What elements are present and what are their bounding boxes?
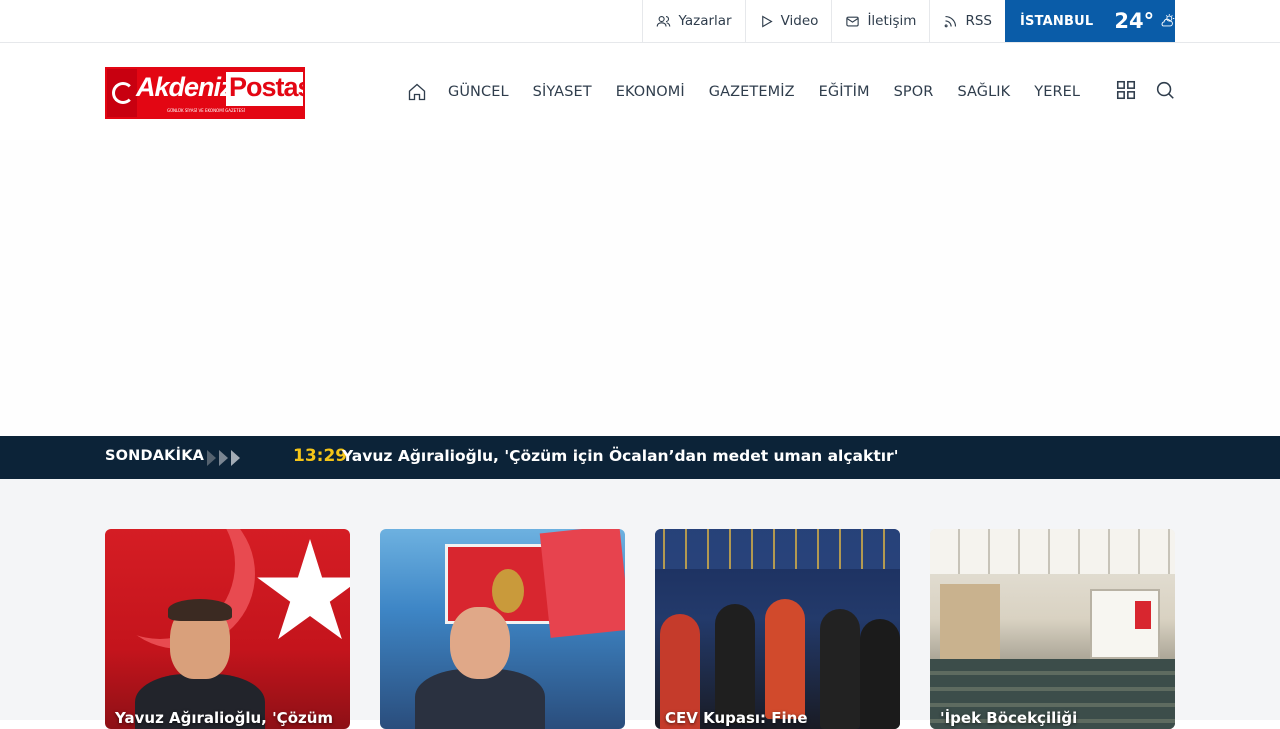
- card-image-banner: [539, 529, 625, 638]
- card-image-player: [820, 609, 860, 729]
- video-link[interactable]: Video: [744, 0, 832, 42]
- news-card-title: Yavuz Ağıralioğlu, 'Çözüm: [115, 709, 334, 727]
- home-icon: [408, 83, 426, 101]
- card-image-bust: [492, 569, 524, 613]
- card-image-wall: [940, 584, 1000, 659]
- video-label: Video: [780, 13, 819, 29]
- logo-text-2: Postası: [229, 72, 303, 102]
- chevron-arrows-icon: [207, 450, 243, 466]
- top-utility-bar: Yazarlar Video İletişim RSS İSTANBUL 24°: [0, 0, 1280, 43]
- card-image-player: [860, 619, 900, 729]
- news-card[interactable]: [380, 529, 625, 729]
- rss-link[interactable]: RSS: [929, 0, 1005, 42]
- card-image-player: [765, 599, 805, 719]
- breaking-headline[interactable]: Yavuz Ağıralioğlu, 'Çözüm için Öcalan’da…: [342, 447, 898, 465]
- news-card[interactable]: CEV Kupası: Fine: [655, 529, 900, 729]
- home-button[interactable]: [407, 82, 427, 102]
- breaking-news-bar: SONDAKİKA 13:29 Yavuz Ağıralioğlu, 'Çözü…: [0, 436, 1280, 479]
- authors-link[interactable]: Yazarlar: [642, 0, 744, 42]
- mail-icon: [846, 16, 860, 26]
- card-image-hair: [168, 599, 232, 621]
- rss-icon: [945, 15, 957, 27]
- weather-city: İSTANBUL: [1020, 13, 1094, 29]
- nav-item-egitim[interactable]: EĞİTİM: [819, 84, 870, 100]
- play-icon: [761, 15, 773, 27]
- card-image-ceiling: [930, 529, 1175, 574]
- search-icon[interactable]: [1154, 79, 1176, 101]
- main-nav: GÜNCEL SİYASET EKONOMİ GAZETEMİZ EĞİTİM …: [407, 80, 1104, 104]
- logo-box: Postası: [226, 72, 303, 106]
- users-icon: [657, 15, 671, 27]
- card-image-stadium-lights: [655, 529, 900, 569]
- news-card[interactable]: 'İpek Böcekçiliği: [930, 529, 1175, 729]
- top-links: Yazarlar Video İletişim RSS İSTANBUL 24°: [642, 0, 1175, 42]
- breaking-label: SONDAKİKA: [105, 448, 205, 464]
- nav-item-yerel[interactable]: YEREL: [1034, 84, 1080, 100]
- logo-flag: [107, 69, 137, 117]
- logo-tagline: GÜNLÜK SİYASİ VE EKONOMİ GAZETESİ: [167, 108, 245, 113]
- nav-item-spor[interactable]: SPOR: [894, 84, 934, 100]
- ad-space: [0, 140, 1280, 436]
- nav-item-ekonomi[interactable]: EKONOMİ: [616, 84, 685, 100]
- contact-link[interactable]: İletişim: [831, 0, 929, 42]
- grid-menu-icon[interactable]: [1115, 79, 1137, 101]
- weather-widget[interactable]: İSTANBUL 24°: [1005, 0, 1175, 42]
- card-image-player: [715, 604, 755, 724]
- contact-label: İletişim: [867, 13, 917, 29]
- header-icons: [1115, 79, 1176, 101]
- news-card-title: 'İpek Böcekçiliği: [940, 709, 1078, 727]
- site-header: Akdeniz Postası GÜNLÜK SİYASİ VE EKONOMİ…: [0, 43, 1280, 140]
- card-image-star: [257, 539, 350, 640]
- weather-temp: 24°: [1114, 9, 1155, 33]
- partly-cloudy-icon: [1161, 14, 1175, 27]
- nav-item-gazetemiz[interactable]: GAZETEMİZ: [709, 84, 795, 100]
- rss-label: RSS: [965, 13, 992, 29]
- logo-text-1: Akdeniz: [136, 72, 234, 102]
- nav-item-saglik[interactable]: SAĞLIK: [957, 84, 1010, 100]
- news-card[interactable]: Yavuz Ağıralioğlu, 'Çözüm: [105, 529, 350, 729]
- site-logo[interactable]: Akdeniz Postası GÜNLÜK SİYASİ VE EKONOMİ…: [105, 67, 305, 119]
- nav-item-siyaset[interactable]: SİYASET: [533, 84, 592, 100]
- nav-item-guncel[interactable]: GÜNCEL: [448, 84, 509, 100]
- breaking-time: 13:29: [293, 446, 348, 466]
- content-area: Yavuz Ağıralioğlu, 'Çözüm CEV Kupası: Fi…: [0, 479, 1280, 729]
- card-image-flag: [1135, 601, 1151, 629]
- card-image-head: [450, 607, 510, 679]
- news-card-title: CEV Kupası: Fine: [665, 709, 808, 727]
- authors-label: Yazarlar: [678, 13, 732, 29]
